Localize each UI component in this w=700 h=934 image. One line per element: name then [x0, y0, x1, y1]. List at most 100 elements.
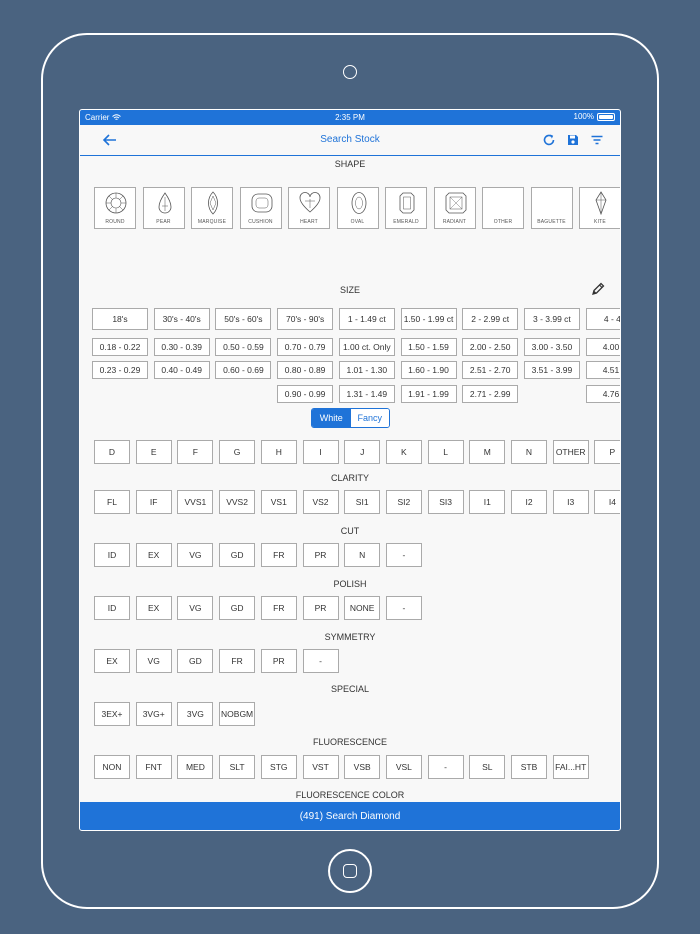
white-toggle[interactable]: White — [312, 409, 351, 427]
shape-radiant[interactable]: RADIANT — [433, 187, 476, 229]
size-chip[interactable]: 0.50 - 0.59 — [215, 338, 272, 356]
fluorescence-chip[interactable]: STG — [260, 755, 297, 779]
color-chip[interactable]: J — [344, 440, 381, 464]
size-chip[interactable]: 0.80 - 0.89 — [277, 361, 334, 379]
shape-emerald[interactable]: EMERALD — [385, 187, 427, 229]
special-chip[interactable]: NOBGM — [219, 702, 256, 726]
symmetry-chip[interactable]: PR — [260, 649, 297, 673]
size-chip[interactable]: 3.00 - 3.50 — [523, 338, 580, 356]
color-chip[interactable]: K — [385, 440, 422, 464]
size-chip[interactable]: 2.71 - 2.99 — [462, 385, 519, 403]
size-chip[interactable]: 0.30 - 0.39 — [153, 338, 210, 356]
fluorescence-chip[interactable]: VST — [302, 755, 339, 779]
size-chip[interactable]: 18's — [92, 308, 148, 330]
clarity-chip[interactable]: SI3 — [427, 490, 464, 514]
size-chip[interactable]: 0.90 - 0.99 — [277, 385, 334, 403]
cut-chip[interactable]: FR — [260, 543, 297, 567]
size-chip[interactable]: 1 - 1.49 ct — [338, 308, 395, 330]
size-chip[interactable]: 0.23 - 0.29 — [92, 361, 148, 379]
clarity-chip[interactable]: SI1 — [344, 490, 381, 514]
shape-cushion[interactable]: CUSHION — [239, 187, 282, 229]
shape-oval[interactable]: OVAL — [336, 187, 379, 229]
size-chip[interactable]: 1.50 - 1.59 — [400, 338, 457, 356]
polish-chip[interactable]: PR — [302, 596, 339, 620]
shape-heart[interactable]: HEART — [288, 187, 330, 229]
color-chip[interactable]: G — [219, 440, 256, 464]
color-chip[interactable]: OTHER — [552, 440, 589, 464]
size-chip[interactable]: 0.60 - 0.69 — [215, 361, 272, 379]
clarity-chip[interactable]: VS2 — [302, 490, 339, 514]
shape-round[interactable]: ROUND — [94, 187, 136, 229]
symmetry-chip[interactable]: EX — [94, 649, 130, 673]
clarity-chip[interactable]: SI2 — [385, 490, 422, 514]
shape-marquise[interactable]: MARQUISE — [191, 187, 233, 229]
size-chip[interactable]: 4.76 - — [585, 385, 620, 403]
size-chip[interactable]: 1.91 - 1.99 — [400, 385, 457, 403]
size-chip[interactable]: 0.18 - 0.22 — [92, 338, 148, 356]
size-chip[interactable]: 70's - 90's — [277, 308, 334, 330]
polish-chip[interactable]: GD — [219, 596, 256, 620]
size-chip[interactable]: 2.00 - 2.50 — [462, 338, 519, 356]
polish-chip[interactable]: ID — [94, 596, 130, 620]
special-chip[interactable]: 3VG+ — [135, 702, 172, 726]
clarity-chip[interactable]: I4 — [594, 490, 620, 514]
shape-baguette[interactable]: BAGUETTE — [530, 187, 573, 229]
cut-chip[interactable]: EX — [135, 543, 172, 567]
fluorescence-chip[interactable]: SLT — [219, 755, 256, 779]
size-chip[interactable]: 1.50 - 1.99 ct — [400, 308, 457, 330]
clarity-chip[interactable]: IF — [135, 490, 172, 514]
size-chip[interactable]: 4.00 - — [585, 338, 620, 356]
symmetry-chip[interactable]: GD — [177, 649, 214, 673]
fluorescence-chip[interactable]: SL — [469, 755, 506, 779]
color-chip[interactable]: L — [427, 440, 464, 464]
color-chip[interactable]: I — [302, 440, 339, 464]
size-chip[interactable]: 2 - 2.99 ct — [462, 308, 519, 330]
cut-chip[interactable]: ID — [94, 543, 130, 567]
clarity-chip[interactable]: I3 — [552, 490, 589, 514]
save-icon[interactable] — [566, 133, 580, 147]
cut-chip[interactable]: N — [344, 543, 381, 567]
fluorescence-chip[interactable]: FAI...HT — [552, 755, 589, 779]
color-chip[interactable]: N — [511, 440, 547, 464]
cut-chip[interactable]: VG — [177, 543, 214, 567]
fluorescence-chip[interactable]: MED — [177, 755, 214, 779]
color-chip[interactable]: D — [94, 440, 130, 464]
polish-chip[interactable]: VG — [177, 596, 214, 620]
home-button[interactable] — [328, 849, 372, 893]
fluorescence-chip[interactable]: NON — [94, 755, 130, 779]
fluorescence-chip[interactable]: VSB — [344, 755, 381, 779]
color-chip[interactable]: P — [594, 440, 620, 464]
cut-chip[interactable]: PR — [302, 543, 339, 567]
size-chip[interactable]: 1.01 - 1.30 — [338, 361, 395, 379]
size-chip[interactable]: 0.40 - 0.49 — [153, 361, 210, 379]
search-diamond-button[interactable]: (491) Search Diamond — [80, 802, 620, 830]
size-chip[interactable]: 1.60 - 1.90 — [400, 361, 457, 379]
polish-chip[interactable]: - — [385, 596, 422, 620]
symmetry-chip[interactable]: VG — [135, 649, 172, 673]
size-chip[interactable]: 4.51 - — [585, 361, 620, 379]
clarity-chip[interactable]: FL — [94, 490, 130, 514]
filter-icon[interactable] — [590, 133, 604, 147]
symmetry-chip[interactable]: FR — [219, 649, 256, 673]
size-chip[interactable]: 1.31 - 1.49 — [338, 385, 395, 403]
size-chip[interactable]: 4 - 4. — [585, 308, 620, 330]
shape-kite[interactable]: KITE — [579, 187, 620, 229]
polish-chip[interactable]: NONE — [344, 596, 381, 620]
special-chip[interactable]: 3EX+ — [94, 702, 130, 726]
size-chip[interactable]: 3 - 3.99 ct — [523, 308, 580, 330]
clarity-chip[interactable]: I1 — [469, 490, 506, 514]
size-chip[interactable]: 30's - 40's — [153, 308, 210, 330]
size-chip[interactable]: 50's - 60's — [215, 308, 272, 330]
fluorescence-chip[interactable]: VSL — [385, 755, 422, 779]
pencil-icon[interactable] — [590, 281, 606, 297]
color-chip[interactable]: F — [177, 440, 214, 464]
size-chip[interactable]: 1.00 ct. Only — [338, 338, 395, 356]
clarity-chip[interactable]: VVS1 — [177, 490, 214, 514]
size-chip[interactable]: 2.51 - 2.70 — [462, 361, 519, 379]
fancy-toggle[interactable]: Fancy — [350, 409, 389, 427]
polish-chip[interactable]: FR — [260, 596, 297, 620]
symmetry-chip[interactable]: - — [302, 649, 339, 673]
fluorescence-chip[interactable]: STB — [511, 755, 547, 779]
cut-chip[interactable]: - — [385, 543, 422, 567]
size-chip[interactable]: 0.70 - 0.79 — [277, 338, 334, 356]
